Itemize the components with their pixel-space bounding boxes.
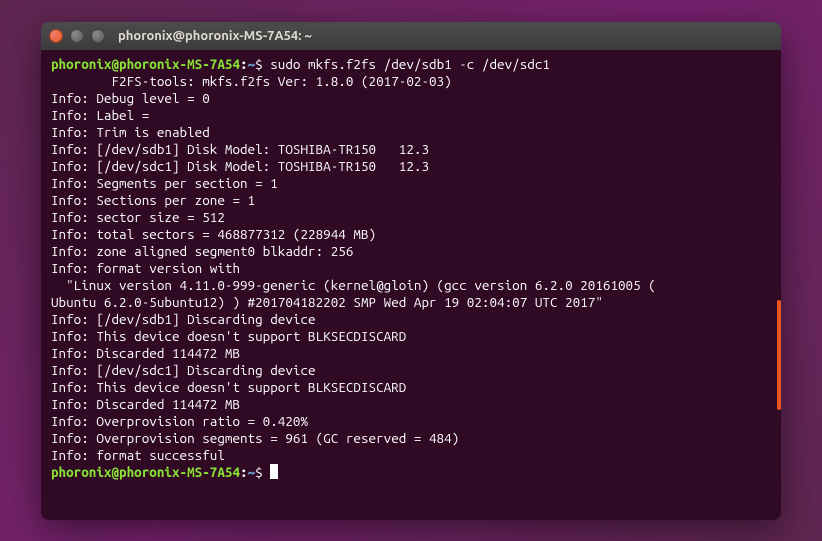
output-line: Ubuntu 6.2.0-5ubuntu12) ) #201704182202 … [51,294,771,311]
output-line: Info: Overprovision segments = 961 (GC r… [51,430,771,447]
maximize-icon[interactable] [91,29,105,43]
output-line: Info: Segments per section = 1 [51,175,771,192]
prompt-dollar: $ [255,464,263,480]
output-line: Info: [/dev/sdc1] Discarding device [51,362,771,379]
output-line: Info: [/dev/sdc1] Disk Model: TOSHIBA-TR… [51,158,771,175]
output-line: F2FS-tools: mkfs.f2fs Ver: 1.8.0 (2017-0… [51,73,771,90]
window-title: phoronix@phoronix-MS-7A54: ~ [118,29,312,43]
prompt-path: ~ [248,464,256,480]
minimize-icon[interactable] [70,29,84,43]
close-icon[interactable] [49,29,63,43]
terminal-body[interactable]: phoronix@phoronix-MS-7A54:~$ sudo mkfs.f… [41,50,781,520]
prompt-path: ~ [248,56,256,72]
prompt-user: phoronix@phoronix-MS-7A54 [51,56,240,72]
output-line: Info: Overprovision ratio = 0.420% [51,413,771,430]
output-line: Info: [/dev/sdb1] Discarding device [51,311,771,328]
titlebar[interactable]: phoronix@phoronix-MS-7A54: ~ [41,22,781,50]
scrollbar-thumb[interactable] [777,300,781,410]
output-line: Info: total sectors = 468877312 (228944 … [51,226,771,243]
output-line: Info: format version with [51,260,771,277]
output-line: Info: Discarded 114472 MB [51,345,771,362]
output-line: Info: Sections per zone = 1 [51,192,771,209]
terminal-window: phoronix@phoronix-MS-7A54: ~ phoronix@ph… [41,22,781,520]
prompt-colon: : [240,56,248,72]
prompt-colon: : [240,464,248,480]
output-line: "Linux version 4.11.0-999-generic (kerne… [51,277,771,294]
prompt-line-2: phoronix@phoronix-MS-7A54:~$ [51,464,771,481]
prompt-line-1: phoronix@phoronix-MS-7A54:~$ sudo mkfs.f… [51,56,771,73]
output-line: Info: Label = [51,107,771,124]
command-text: sudo mkfs.f2fs /dev/sdb1 -c /dev/sdc1 [270,56,550,72]
terminal-output: F2FS-tools: mkfs.f2fs Ver: 1.8.0 (2017-0… [51,73,771,464]
prompt-dollar: $ [255,56,263,72]
output-line: Info: Trim is enabled [51,124,771,141]
output-line: Info: format successful [51,447,771,464]
output-line: Info: zone aligned segment0 blkaddr: 256 [51,243,771,260]
output-line: Info: Debug level = 0 [51,90,771,107]
output-line: Info: sector size = 512 [51,209,771,226]
output-line: Info: [/dev/sdb1] Disk Model: TOSHIBA-TR… [51,141,771,158]
output-line: Info: This device doesn't support BLKSEC… [51,328,771,345]
cursor-icon [270,464,278,479]
output-line: Info: Discarded 114472 MB [51,396,771,413]
prompt-user: phoronix@phoronix-MS-7A54 [51,464,240,480]
output-line: Info: This device doesn't support BLKSEC… [51,379,771,396]
